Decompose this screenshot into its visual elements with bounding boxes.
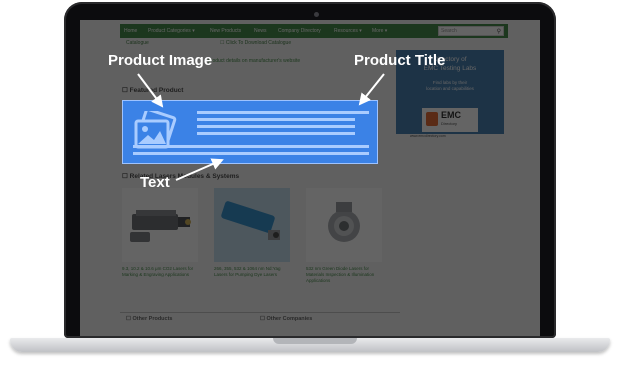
arrow-to-text [175, 158, 224, 181]
annotation-arrows [137, 73, 385, 181]
arrow-to-product-title [358, 73, 385, 106]
arrow-to-product-image [137, 73, 164, 108]
